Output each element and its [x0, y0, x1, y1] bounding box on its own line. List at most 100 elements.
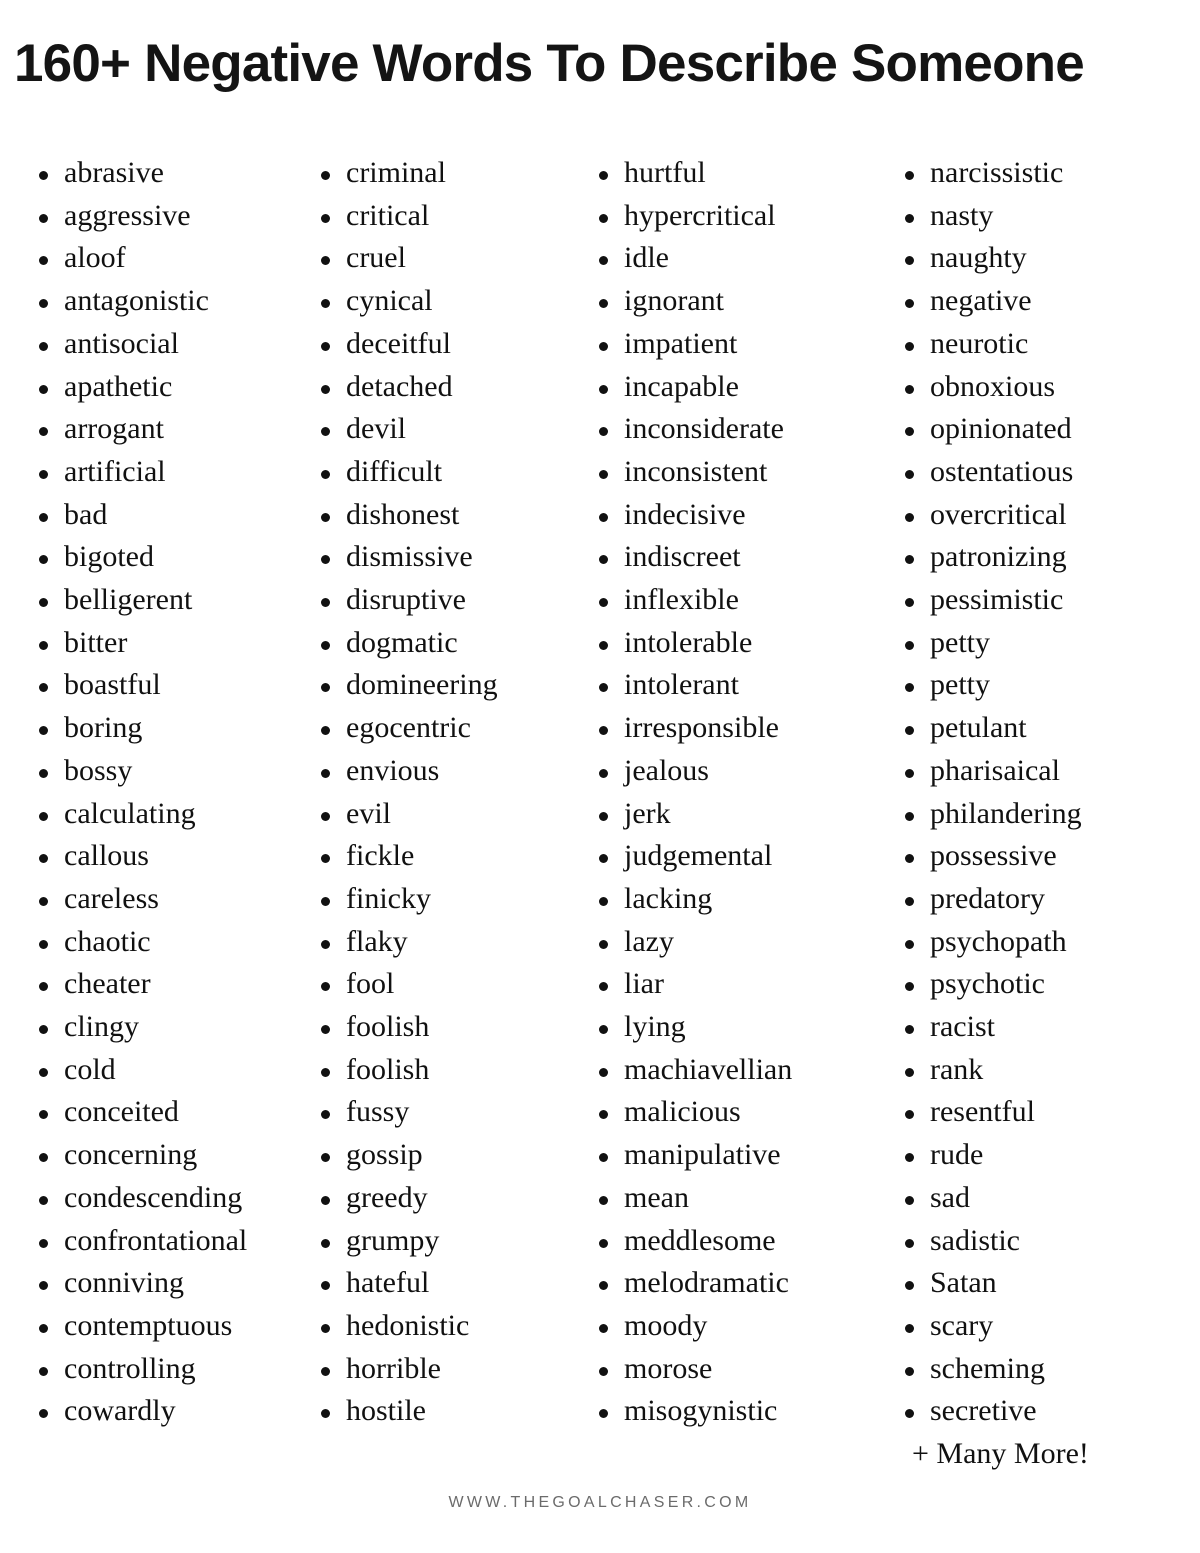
- list-item-label: rank: [930, 1052, 984, 1086]
- bullet-icon: [599, 622, 608, 665]
- bullet-icon: [905, 835, 914, 878]
- bullet-icon: [39, 750, 48, 793]
- list-item-label: jerk: [624, 796, 671, 830]
- list-item-label: resentful: [930, 1095, 1035, 1129]
- list-item-label: pessimistic: [930, 583, 1064, 617]
- list-item-label: sad: [930, 1180, 970, 1214]
- list-item-label: devil: [346, 412, 406, 446]
- list-item-label: scheming: [930, 1351, 1045, 1385]
- bullet-icon: [905, 1049, 914, 1092]
- bullet-icon: [905, 451, 914, 494]
- list-item: patronizing: [898, 536, 1182, 579]
- list-item: racist: [898, 1006, 1182, 1049]
- list-item: idle: [592, 237, 882, 280]
- bullet-icon: [905, 1390, 914, 1433]
- list-item: foolish: [314, 1049, 576, 1092]
- bullet-icon: [39, 195, 48, 238]
- list-item: indecisive: [592, 494, 882, 537]
- list-item: arrogant: [32, 408, 288, 451]
- list-item-label: Satan: [930, 1266, 997, 1300]
- bullet-icon: [39, 1049, 48, 1092]
- bullet-icon: [39, 536, 48, 579]
- list-item-label: indecisive: [624, 497, 746, 531]
- list-item-label: liar: [624, 967, 664, 1001]
- bullet-icon: [599, 963, 608, 1006]
- bullet-icon: [39, 280, 48, 323]
- list-item: fickle: [314, 835, 576, 878]
- list-item-label: hypercritical: [624, 198, 776, 232]
- bullet-icon: [599, 1049, 608, 1092]
- list-item: secretive: [898, 1390, 1182, 1433]
- list-item-label: gossip: [346, 1138, 423, 1172]
- bullet-icon: [321, 1262, 330, 1305]
- page-title: 160+ Negative Words To Describe Someone: [14, 34, 1085, 93]
- list-item: impatient: [592, 323, 882, 366]
- list-item: dogmatic: [314, 622, 576, 665]
- list-item: lying: [592, 1006, 882, 1049]
- list-item-label: irresponsible: [624, 711, 779, 745]
- list-item: hateful: [314, 1262, 576, 1305]
- bullet-icon: [39, 707, 48, 750]
- list-item: inconsiderate: [592, 408, 882, 451]
- bullet-icon: [599, 1006, 608, 1049]
- bullet-icon: [39, 963, 48, 1006]
- list-item-label: callous: [64, 839, 149, 873]
- list-item: controlling: [32, 1348, 288, 1391]
- list-item-label: belligerent: [64, 583, 193, 617]
- list-item: cruel: [314, 237, 576, 280]
- list-item: hypercritical: [592, 195, 882, 238]
- list-item-label: cold: [64, 1052, 116, 1086]
- bullet-icon: [599, 878, 608, 921]
- word-list-3: hurtful hypercritical idle ignorant impatien…: [592, 152, 882, 1433]
- bullet-icon: [39, 237, 48, 280]
- list-item: greedy: [314, 1177, 576, 1220]
- list-item-label: possessive: [930, 839, 1057, 873]
- bullet-icon: [321, 1049, 330, 1092]
- bullet-icon: [321, 835, 330, 878]
- list-item-label: petty: [930, 668, 990, 702]
- list-item: obnoxious: [898, 366, 1182, 409]
- list-item: fussy: [314, 1091, 576, 1134]
- list-item: condescending: [32, 1177, 288, 1220]
- list-item-label: domineering: [346, 668, 498, 702]
- bullet-icon: [321, 1134, 330, 1177]
- bullet-icon: [905, 494, 914, 537]
- list-item-label: ignorant: [624, 284, 724, 318]
- bullet-icon: [599, 195, 608, 238]
- bullet-icon: [39, 451, 48, 494]
- list-item-label: intolerant: [624, 668, 739, 702]
- bullet-icon: [321, 1091, 330, 1134]
- list-item: manipulative: [592, 1134, 882, 1177]
- list-item: scary: [898, 1305, 1182, 1348]
- bullet-icon: [599, 835, 608, 878]
- bullet-icon: [905, 1091, 914, 1134]
- list-item: disruptive: [314, 579, 576, 622]
- list-item-label: secretive: [930, 1394, 1037, 1428]
- list-item: critical: [314, 195, 576, 238]
- list-item-label: petulant: [930, 711, 1027, 745]
- list-item-label: overcritical: [930, 497, 1067, 531]
- bullet-icon: [39, 1348, 48, 1391]
- list-item-label: obnoxious: [930, 369, 1056, 403]
- list-item-label: hateful: [346, 1266, 430, 1300]
- bullet-icon: [599, 750, 608, 793]
- list-item: boring: [32, 707, 288, 750]
- list-item-label: dismissive: [346, 540, 473, 574]
- list-item-label: psychopath: [930, 924, 1067, 958]
- bullet-icon: [905, 579, 914, 622]
- list-item-label: jealous: [624, 753, 709, 787]
- bullet-icon: [39, 323, 48, 366]
- bullet-icon: [321, 536, 330, 579]
- list-item-label: meddlesome: [624, 1223, 776, 1257]
- list-item: rank: [898, 1049, 1182, 1092]
- bullet-icon: [905, 280, 914, 323]
- bullet-icon: [321, 1177, 330, 1220]
- bullet-icon: [599, 280, 608, 323]
- list-item: domineering: [314, 664, 576, 707]
- bullet-icon: [905, 707, 914, 750]
- list-item-label: predatory: [930, 881, 1045, 915]
- bullet-icon: [39, 1006, 48, 1049]
- list-item: confrontational: [32, 1220, 288, 1263]
- list-item-label: deceitful: [346, 326, 451, 360]
- bullet-icon: [599, 1390, 608, 1433]
